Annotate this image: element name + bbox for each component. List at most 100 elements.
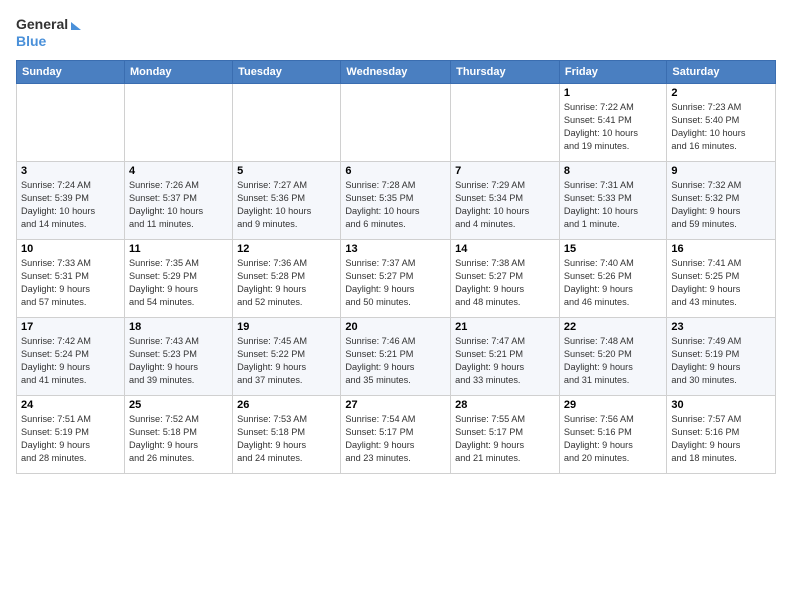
calendar-cell: 5 Sunrise: 7:27 AM Sunset: 5:36 PM Daylig… (233, 162, 341, 240)
calendar-cell: 6 Sunrise: 7:28 AM Sunset: 5:35 PM Daylig… (341, 162, 451, 240)
day-info: Sunrise: 7:26 AM Sunset: 5:37 PM Dayligh… (129, 179, 228, 231)
day-info: Sunrise: 7:27 AM Sunset: 5:36 PM Dayligh… (237, 179, 336, 231)
day-info: Sunrise: 7:46 AM Sunset: 5:21 PM Dayligh… (345, 335, 446, 387)
day-info: Sunrise: 7:57 AM Sunset: 5:16 PM Dayligh… (671, 413, 771, 465)
day-info: Sunrise: 7:40 AM Sunset: 5:26 PM Dayligh… (564, 257, 663, 309)
day-number: 30 (671, 399, 771, 411)
calendar-cell: 12 Sunrise: 7:36 AM Sunset: 5:28 PM Dayli… (233, 240, 341, 318)
page: GeneralBlue SundayMondayTuesdayWednesday… (0, 0, 792, 612)
calendar-table: SundayMondayTuesdayWednesdayThursdayFrid… (16, 60, 776, 474)
day-number: 26 (237, 399, 336, 411)
calendar-cell: 14Sunrise: 7:38 AM Sunset: 5:27 PM Dayli… (451, 240, 560, 318)
day-number: 6 (345, 165, 446, 177)
logo-svg: GeneralBlue (16, 12, 86, 52)
col-header-monday: Monday (124, 61, 232, 84)
calendar-cell: 16 Sunrise: 7:41 AM Sunset: 5:25 PM Dayli… (667, 240, 776, 318)
calendar-cell: 9 Sunrise: 7:32 AM Sunset: 5:32 PM Daylig… (667, 162, 776, 240)
day-number: 25 (129, 399, 228, 411)
calendar-cell: 8 Sunrise: 7:31 AM Sunset: 5:33 PM Daylig… (559, 162, 667, 240)
header: GeneralBlue (16, 12, 776, 52)
day-number: 10 (21, 243, 120, 255)
calendar-cell: 30 Sunrise: 7:57 AM Sunset: 5:16 PM Dayli… (667, 396, 776, 474)
day-number: 12 (237, 243, 336, 255)
svg-text:General: General (16, 16, 68, 32)
calendar-cell: 17Sunrise: 7:42 AM Sunset: 5:24 PM Dayli… (17, 318, 125, 396)
day-info: Sunrise: 7:49 AM Sunset: 5:19 PM Dayligh… (671, 335, 771, 387)
calendar-cell: 19 Sunrise: 7:45 AM Sunset: 5:22 PM Dayli… (233, 318, 341, 396)
day-info: Sunrise: 7:31 AM Sunset: 5:33 PM Dayligh… (564, 179, 663, 231)
day-number: 4 (129, 165, 228, 177)
week-row-4: 24Sunrise: 7:51 AM Sunset: 5:19 PM Dayli… (17, 396, 776, 474)
calendar-cell: 4 Sunrise: 7:26 AM Sunset: 5:37 PM Daylig… (124, 162, 232, 240)
day-number: 1 (564, 87, 663, 99)
day-info: Sunrise: 7:43 AM Sunset: 5:23 PM Dayligh… (129, 335, 228, 387)
day-info: Sunrise: 7:54 AM Sunset: 5:17 PM Dayligh… (345, 413, 446, 465)
calendar-cell: 29Sunrise: 7:56 AM Sunset: 5:16 PM Dayli… (559, 396, 667, 474)
day-number: 23 (671, 321, 771, 333)
calendar-cell: 24Sunrise: 7:51 AM Sunset: 5:19 PM Dayli… (17, 396, 125, 474)
calendar-cell: 13 Sunrise: 7:37 AM Sunset: 5:27 PM Dayli… (341, 240, 451, 318)
header-row: SundayMondayTuesdayWednesdayThursdayFrid… (17, 61, 776, 84)
col-header-sunday: Sunday (17, 61, 125, 84)
day-info: Sunrise: 7:48 AM Sunset: 5:20 PM Dayligh… (564, 335, 663, 387)
calendar-cell: 21 Sunrise: 7:47 AM Sunset: 5:21 PM Dayli… (451, 318, 560, 396)
calendar-cell: 15 Sunrise: 7:40 AM Sunset: 5:26 PM Dayli… (559, 240, 667, 318)
day-number: 28 (455, 399, 555, 411)
day-info: Sunrise: 7:23 AM Sunset: 5:40 PM Dayligh… (671, 101, 771, 153)
calendar-cell: 22 Sunrise: 7:48 AM Sunset: 5:20 PM Dayli… (559, 318, 667, 396)
day-info: Sunrise: 7:36 AM Sunset: 5:28 PM Dayligh… (237, 257, 336, 309)
calendar-cell: 10 Sunrise: 7:33 AM Sunset: 5:31 PM Dayli… (17, 240, 125, 318)
day-number: 9 (671, 165, 771, 177)
day-info: Sunrise: 7:28 AM Sunset: 5:35 PM Dayligh… (345, 179, 446, 231)
day-number: 2 (671, 87, 771, 99)
day-info: Sunrise: 7:29 AM Sunset: 5:34 PM Dayligh… (455, 179, 555, 231)
day-info: Sunrise: 7:22 AM Sunset: 5:41 PM Dayligh… (564, 101, 663, 153)
calendar-cell: 1 Sunrise: 7:22 AM Sunset: 5:41 PM Daylig… (559, 84, 667, 162)
day-info: Sunrise: 7:51 AM Sunset: 5:19 PM Dayligh… (21, 413, 120, 465)
day-info: Sunrise: 7:52 AM Sunset: 5:18 PM Dayligh… (129, 413, 228, 465)
day-number: 8 (564, 165, 663, 177)
day-info: Sunrise: 7:41 AM Sunset: 5:25 PM Dayligh… (671, 257, 771, 309)
calendar-cell: 11Sunrise: 7:35 AM Sunset: 5:29 PM Dayli… (124, 240, 232, 318)
day-number: 18 (129, 321, 228, 333)
week-row-1: 3 Sunrise: 7:24 AM Sunset: 5:39 PM Daylig… (17, 162, 776, 240)
calendar-cell: 18 Sunrise: 7:43 AM Sunset: 5:23 PM Dayli… (124, 318, 232, 396)
calendar-cell (451, 84, 560, 162)
day-info: Sunrise: 7:24 AM Sunset: 5:39 PM Dayligh… (21, 179, 120, 231)
calendar-cell: 27 Sunrise: 7:54 AM Sunset: 5:17 PM Dayli… (341, 396, 451, 474)
day-number: 16 (671, 243, 771, 255)
week-row-0: 1 Sunrise: 7:22 AM Sunset: 5:41 PM Daylig… (17, 84, 776, 162)
day-info: Sunrise: 7:47 AM Sunset: 5:21 PM Dayligh… (455, 335, 555, 387)
day-number: 19 (237, 321, 336, 333)
day-number: 13 (345, 243, 446, 255)
day-info: Sunrise: 7:37 AM Sunset: 5:27 PM Dayligh… (345, 257, 446, 309)
day-number: 14 (455, 243, 555, 255)
day-number: 3 (21, 165, 120, 177)
calendar-cell (233, 84, 341, 162)
day-info: Sunrise: 7:32 AM Sunset: 5:32 PM Dayligh… (671, 179, 771, 231)
day-number: 22 (564, 321, 663, 333)
day-number: 21 (455, 321, 555, 333)
col-header-saturday: Saturday (667, 61, 776, 84)
day-info: Sunrise: 7:55 AM Sunset: 5:17 PM Dayligh… (455, 413, 555, 465)
day-info: Sunrise: 7:45 AM Sunset: 5:22 PM Dayligh… (237, 335, 336, 387)
week-row-2: 10 Sunrise: 7:33 AM Sunset: 5:31 PM Dayli… (17, 240, 776, 318)
calendar-cell: 28 Sunrise: 7:55 AM Sunset: 5:17 PM Dayli… (451, 396, 560, 474)
day-info: Sunrise: 7:42 AM Sunset: 5:24 PM Dayligh… (21, 335, 120, 387)
calendar-cell: 7 Sunrise: 7:29 AM Sunset: 5:34 PM Daylig… (451, 162, 560, 240)
calendar-cell: 25 Sunrise: 7:52 AM Sunset: 5:18 PM Dayli… (124, 396, 232, 474)
svg-text:Blue: Blue (16, 33, 47, 49)
day-number: 20 (345, 321, 446, 333)
day-number: 27 (345, 399, 446, 411)
day-info: Sunrise: 7:33 AM Sunset: 5:31 PM Dayligh… (21, 257, 120, 309)
week-row-3: 17Sunrise: 7:42 AM Sunset: 5:24 PM Dayli… (17, 318, 776, 396)
calendar-cell: 2 Sunrise: 7:23 AM Sunset: 5:40 PM Daylig… (667, 84, 776, 162)
day-number: 15 (564, 243, 663, 255)
col-header-wednesday: Wednesday (341, 61, 451, 84)
day-number: 5 (237, 165, 336, 177)
day-number: 7 (455, 165, 555, 177)
day-info: Sunrise: 7:56 AM Sunset: 5:16 PM Dayligh… (564, 413, 663, 465)
calendar-cell (17, 84, 125, 162)
calendar-cell (341, 84, 451, 162)
day-number: 11 (129, 243, 228, 255)
